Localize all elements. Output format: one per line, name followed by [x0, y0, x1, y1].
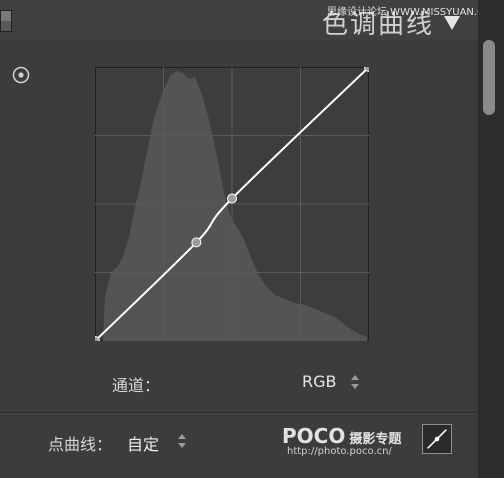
panel-switch-icon[interactable]	[0, 10, 12, 32]
poco-logo: POCO 摄影专题	[282, 424, 401, 448]
tone-curve-graph[interactable]	[95, 67, 369, 341]
point-curve-edit-icon[interactable]	[422, 424, 452, 454]
channel-select[interactable]: RGB	[302, 372, 337, 391]
divider-highlight	[0, 413, 476, 414]
poco-brand: POCO	[282, 424, 346, 448]
scrollbar-thumb[interactable]	[483, 40, 495, 115]
poco-url: http://photo.poco.cn/	[287, 446, 392, 457]
up-down-spinner-icon[interactable]	[350, 374, 360, 390]
channel-label: 通道：	[112, 376, 161, 395]
point-curve-select[interactable]: 自定	[127, 431, 159, 455]
triangle-down-icon[interactable]	[441, 14, 463, 32]
curve-control-point[interactable]	[227, 193, 237, 204]
poco-subtitle: 摄影专题	[349, 432, 402, 447]
point-curve-label: 点曲线：	[48, 435, 113, 454]
target-adjustment-icon[interactable]	[12, 66, 30, 84]
panel-header[interactable]: 色调曲线 思缘设计论坛 WWW.MISSYUAN.COM	[0, 0, 504, 40]
up-down-spinner-icon[interactable]	[177, 433, 187, 449]
curve-control-point[interactable]	[191, 237, 202, 248]
watermark-text: 思缘设计论坛 WWW.MISSYUAN.COM	[327, 7, 501, 18]
